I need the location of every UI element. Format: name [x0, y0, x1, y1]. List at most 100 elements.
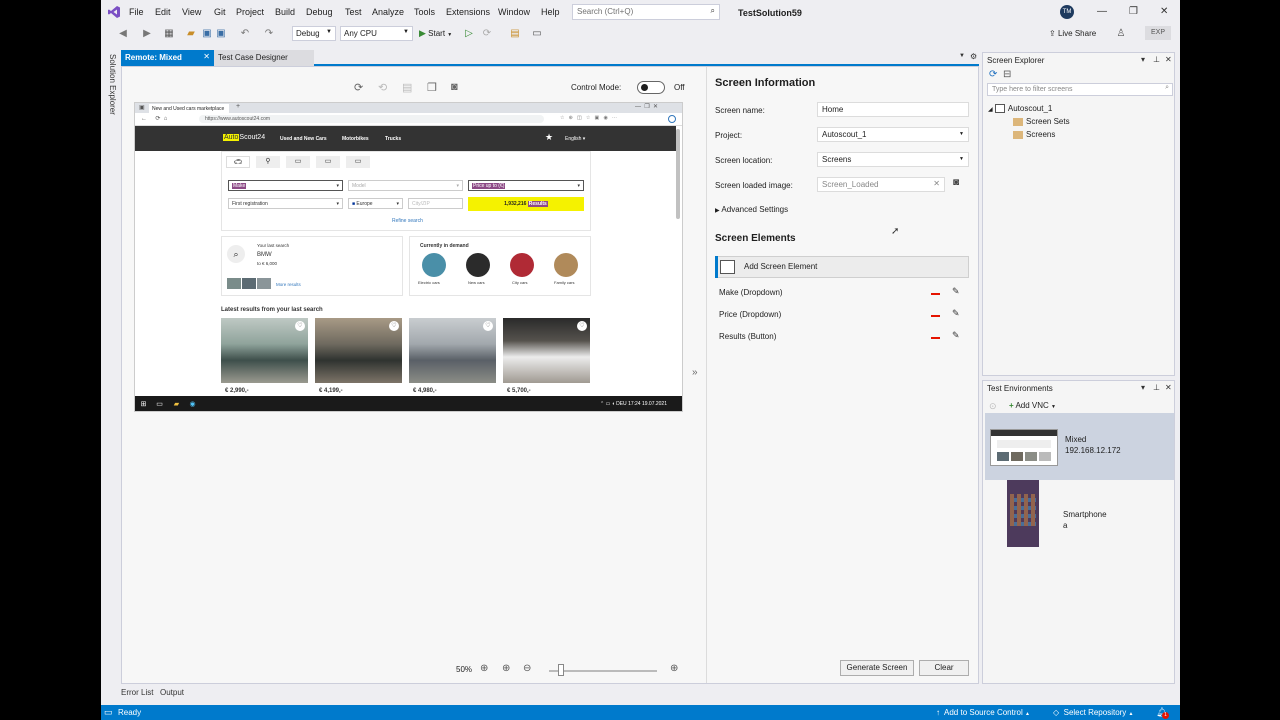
- tree-item-screens[interactable]: Screens: [1013, 130, 1055, 139]
- edit-icon[interactable]: ✎: [952, 308, 960, 319]
- menu-edit[interactable]: Edit: [155, 7, 171, 17]
- menu-help[interactable]: Help: [541, 7, 560, 17]
- model-dropdown: Model ▾: [348, 180, 463, 191]
- layout-icon[interactable]: ▭: [531, 28, 543, 40]
- document-icon[interactable]: ▤: [402, 81, 412, 94]
- save-icon[interactable]: ▣: [201, 28, 213, 40]
- history-icon[interactable]: ⟲: [378, 81, 387, 94]
- env-smartphone-thumbnail[interactable]: [1007, 480, 1039, 547]
- settings-icon[interactable]: ⊙: [989, 401, 997, 412]
- menu-project[interactable]: Project: [236, 7, 264, 17]
- menu-extensions[interactable]: Extensions: [446, 7, 490, 17]
- gear-icon[interactable]: ⚙: [970, 52, 977, 61]
- zoom-out-icon[interactable]: ⊖: [523, 663, 531, 674]
- select-repository-button[interactable]: ◇ Select Repository ▲: [1053, 708, 1134, 717]
- expand-panel-icon[interactable]: »: [692, 367, 698, 378]
- close-icon[interactable]: ✕: [203, 52, 210, 61]
- favorite-icon: ♡: [295, 321, 305, 331]
- generate-screen-button[interactable]: Generate Screen: [840, 660, 914, 676]
- element-price[interactable]: Price (Dropdown): [719, 310, 781, 319]
- add-vnc-button[interactable]: + Add VNC ▼: [1009, 401, 1056, 410]
- minimize-icon[interactable]: —: [1097, 6, 1107, 17]
- feedback-icon[interactable]: ♙: [1115, 28, 1127, 40]
- window-menu-icon[interactable]: ▾: [1141, 383, 1145, 392]
- screen-filter-input[interactable]: Type here to filter screens ⌕: [987, 83, 1173, 96]
- add-to-source-control-button[interactable]: ↑ Add to Source Control ▲: [936, 708, 1030, 717]
- platform-dropdown[interactable]: Any CPU ▼: [340, 26, 413, 41]
- remote-screen[interactable]: ▣ New and Used cars marketplace + — ❐ ✕ …: [134, 102, 683, 412]
- avatar[interactable]: TM: [1060, 5, 1074, 19]
- close-icon[interactable]: ✕: [1165, 383, 1172, 392]
- refresh-icon[interactable]: ⟳: [354, 81, 363, 94]
- close-icon[interactable]: ✕: [1165, 55, 1172, 64]
- tree-item-screen-sets[interactable]: Screen Sets: [1013, 117, 1070, 126]
- menu-test[interactable]: Test: [345, 7, 362, 17]
- live-share-button[interactable]: ⇪ Live Share: [1049, 29, 1096, 38]
- remove-icon[interactable]: [931, 315, 940, 317]
- close-icon[interactable]: ✕: [1160, 6, 1168, 17]
- menu-tools[interactable]: Tools: [414, 7, 435, 17]
- zoom-in-icon[interactable]: ⊕: [502, 663, 510, 674]
- edit-icon[interactable]: ✎: [952, 286, 960, 297]
- search-input[interactable]: Search (Ctrl+Q) ⌕: [572, 4, 720, 20]
- tab-test-case-designer[interactable]: Test Case Designer: [214, 50, 314, 66]
- zoom-slider[interactable]: [549, 670, 657, 672]
- menu-view[interactable]: View: [182, 7, 201, 17]
- project-dropdown[interactable]: Autoscout_1 ▼: [817, 127, 969, 142]
- remove-icon[interactable]: [931, 293, 940, 295]
- save-all-icon[interactable]: ▣: [215, 28, 227, 40]
- redo-icon[interactable]: ↷: [263, 28, 275, 40]
- back-icon[interactable]: ◀: [117, 28, 129, 40]
- zoom-reset-icon[interactable]: ⊕: [670, 663, 678, 674]
- collapse-all-icon[interactable]: ⊟: [1003, 69, 1011, 80]
- open-folder-icon[interactable]: ▰: [185, 28, 197, 40]
- menu-window[interactable]: Window: [498, 7, 530, 17]
- add-element-icon: [720, 260, 735, 274]
- pin-icon[interactable]: ⊥: [1153, 383, 1160, 392]
- config-dropdown[interactable]: Debug ▼: [292, 26, 336, 41]
- clear-icon[interactable]: ✕: [933, 179, 940, 188]
- zoom-slider-thumb[interactable]: [558, 664, 564, 676]
- menu-git[interactable]: Git: [214, 7, 226, 17]
- screen-loaded-image-input[interactable]: Screen_Loaded ✕: [817, 177, 945, 192]
- menu-file[interactable]: File: [129, 7, 144, 17]
- env-item-mixed[interactable]: Mixed 192.168.12.172: [985, 413, 1174, 480]
- advanced-settings-toggle[interactable]: ▶ Advanced Settings: [715, 205, 788, 214]
- notifications-icon[interactable]: 🔔︎ 1: [1156, 707, 1169, 719]
- tab-output[interactable]: Output: [160, 688, 184, 697]
- add-screen-element-button[interactable]: Add Screen Element: [715, 256, 969, 278]
- remove-icon[interactable]: [931, 337, 940, 339]
- camera-icon[interactable]: ◙: [953, 177, 959, 188]
- element-results[interactable]: Results (Button): [719, 332, 776, 341]
- solution-explorer-tab[interactable]: Solution Explorer: [105, 54, 117, 134]
- element-make[interactable]: Make (Dropdown): [719, 288, 783, 297]
- window-menu-icon[interactable]: ▾: [1141, 55, 1145, 64]
- forward-icon[interactable]: ▶: [141, 28, 153, 40]
- menu-debug[interactable]: Debug: [306, 7, 333, 17]
- edit-icon[interactable]: ✎: [952, 330, 960, 341]
- designer-panel: ⟳ ⟲ ▤ ❐ ◙ Control Mode: Off ▣ New and Us…: [121, 66, 979, 684]
- screen-name-input[interactable]: Home: [817, 102, 969, 117]
- tab-overflow-icon[interactable]: ▼: [959, 53, 965, 59]
- browse-icon[interactable]: ▤: [509, 28, 521, 40]
- tab-remote-mixed[interactable]: Remote: Mixed ✕: [121, 50, 214, 66]
- hot-reload-icon[interactable]: ⟳: [481, 28, 493, 40]
- menu-analyze[interactable]: Analyze: [372, 7, 404, 17]
- new-project-icon[interactable]: ▦: [163, 28, 175, 40]
- control-mode-toggle[interactable]: [637, 81, 665, 94]
- zoom-fit-icon[interactable]: ⊕: [480, 663, 488, 674]
- camera-icon[interactable]: ◙: [451, 81, 458, 93]
- pin-icon[interactable]: ⊥: [1153, 55, 1160, 64]
- tree-root[interactable]: ◢ Autoscout_1: [988, 104, 1052, 114]
- exp-badge: EXP: [1145, 26, 1171, 40]
- clear-button[interactable]: Clear: [919, 660, 969, 676]
- copy-icon[interactable]: ❐: [427, 81, 437, 94]
- undo-icon[interactable]: ↶: [239, 28, 251, 40]
- tab-error-list[interactable]: Error List: [121, 688, 153, 697]
- start-without-debug-icon[interactable]: ▷: [463, 28, 475, 40]
- refresh-icon[interactable]: ⟳: [989, 69, 997, 80]
- maximize-icon[interactable]: ❐: [1129, 6, 1138, 17]
- screen-location-dropdown[interactable]: Screens ▼: [817, 152, 969, 167]
- start-button[interactable]: ▶ Start ▼: [419, 28, 452, 39]
- menu-build[interactable]: Build: [275, 7, 295, 17]
